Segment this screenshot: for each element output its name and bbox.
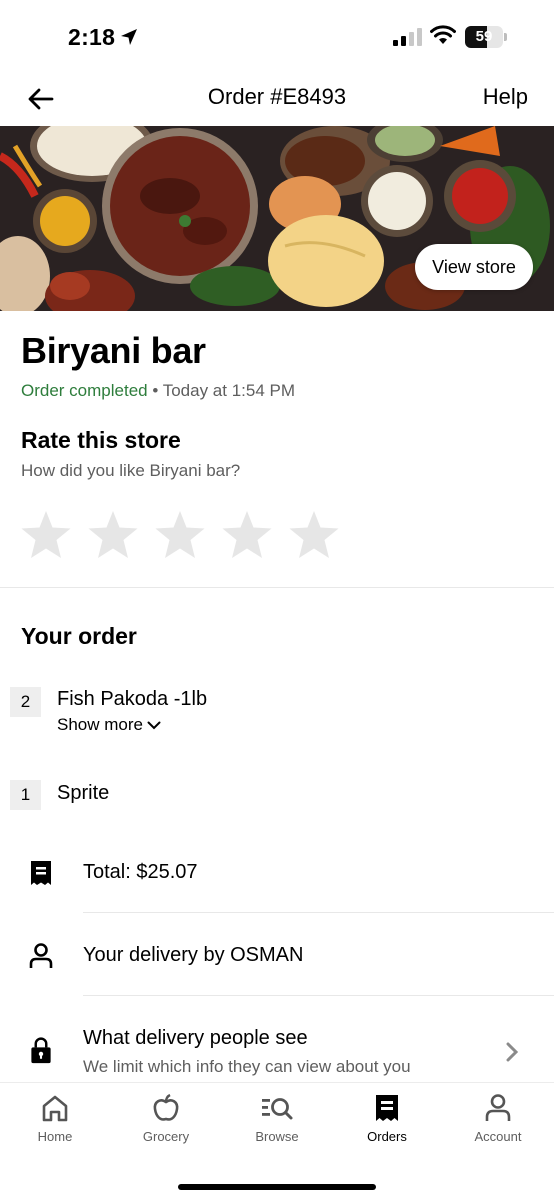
apple-icon <box>153 1093 179 1121</box>
order-status: Order completed <box>21 381 148 400</box>
tab-browse[interactable]: Browse <box>222 1093 332 1153</box>
status-bar: 2:18 59 <box>0 0 554 76</box>
row-divider <box>83 912 554 913</box>
status-time: 2:18 <box>68 24 116 50</box>
rate-store-title: Rate this store <box>21 427 181 453</box>
show-more-label: Show more <box>57 715 143 734</box>
privacy-subtitle: We limit which info they can view about … <box>83 1057 411 1076</box>
your-order-heading: Your order <box>21 623 137 649</box>
item-quantity: 1 <box>10 780 41 810</box>
order-time: Today at 1:54 PM <box>162 381 296 400</box>
star-icon[interactable] <box>221 510 273 560</box>
chevron-right-icon <box>506 1042 519 1062</box>
battery-percentage: 59 <box>475 28 493 45</box>
help-button[interactable]: Help <box>483 84 528 110</box>
show-more-button[interactable]: Show more <box>57 715 161 735</box>
meta-separator: • <box>147 381 163 400</box>
tab-orders[interactable]: Orders <box>332 1093 442 1153</box>
delivery-driver: Your delivery by OSMAN <box>83 944 304 966</box>
chevron-down-icon <box>147 721 161 730</box>
item-name: Sprite <box>57 782 110 804</box>
battery-indicator: 59 <box>465 26 507 48</box>
star-icon[interactable] <box>87 510 139 560</box>
person-icon <box>485 1094 511 1121</box>
store-name: Biryani bar <box>21 330 206 371</box>
order-total: Total: $25.07 <box>83 861 198 883</box>
privacy-title: What delivery people see <box>83 1027 308 1049</box>
tab-account[interactable]: Account <box>443 1093 553 1153</box>
star-icon[interactable] <box>154 510 206 560</box>
location-arrow-icon <box>121 29 137 45</box>
star-icon[interactable] <box>288 510 340 560</box>
tab-label: Account <box>474 1129 522 1144</box>
home-indicator <box>178 1184 376 1190</box>
store-hero-image: View store <box>0 126 554 311</box>
row-divider <box>83 995 554 996</box>
tab-label: Home <box>37 1129 73 1144</box>
section-divider <box>0 587 554 588</box>
rate-store-question: How did you like Biryani bar? <box>21 461 241 480</box>
top-nav-bar: Order #E8493 Help <box>0 76 554 126</box>
person-icon <box>29 943 53 968</box>
lock-icon <box>31 1037 51 1064</box>
tab-label: Orders <box>367 1129 407 1144</box>
tab-home[interactable]: Home <box>0 1093 110 1153</box>
receipt-icon <box>376 1095 398 1121</box>
star-icon[interactable] <box>20 510 72 560</box>
receipt-icon <box>31 861 51 885</box>
browse-search-icon <box>262 1098 293 1120</box>
tab-grocery[interactable]: Grocery <box>111 1093 221 1153</box>
wifi-icon <box>430 25 456 44</box>
view-store-button[interactable]: View store <box>415 244 533 290</box>
item-quantity: 2 <box>10 687 41 717</box>
page-title: Order #E8493 <box>207 84 347 109</box>
tab-label: Browse <box>255 1129 299 1144</box>
home-icon <box>42 1095 68 1122</box>
tab-label: Grocery <box>142 1129 190 1144</box>
item-name: Fish Pakoda -1lb <box>57 688 208 710</box>
bottom-tab-bar: Home Grocery Browse Orders Account <box>0 1082 554 1200</box>
order-status-line: Order completed • Today at 1:54 PM <box>21 381 295 401</box>
cellular-signal-icon <box>393 28 422 46</box>
